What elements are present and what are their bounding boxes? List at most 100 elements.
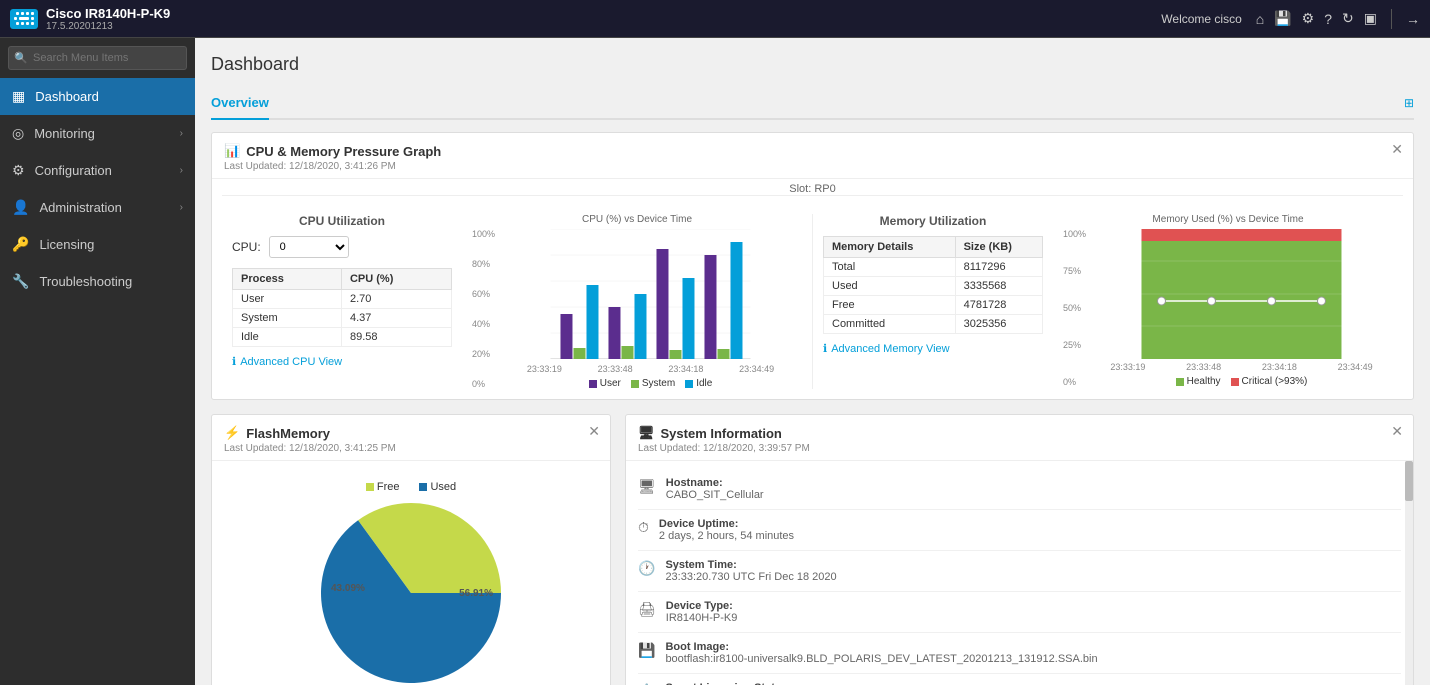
monitor-icon[interactable]: ▣ [1364, 10, 1377, 27]
flash-last-updated: Last Updated: 12/18/2020, 3:41:25 PM [224, 443, 598, 454]
sidebar-item-configuration[interactable]: ⚙ Configuration › [0, 152, 195, 189]
search-box: 🔍 [0, 38, 195, 78]
sidebar-item-dashboard-left: ▦ Dashboard [12, 88, 99, 105]
healthy-legend-dot [1176, 378, 1184, 386]
refresh-icon[interactable]: ↻ [1342, 10, 1354, 27]
cpu-chart-legend: User System Idle [499, 378, 802, 389]
sidebar-item-monitoring[interactable]: ◎ Monitoring › [0, 115, 195, 152]
legend-system: System [631, 378, 675, 389]
cpu-select[interactable]: 0 [269, 236, 349, 258]
search-input[interactable] [8, 46, 187, 70]
boot-image-value: bootflash:ir8100-universalk9.BLD_POLARIS… [665, 653, 1097, 665]
device-type-icon: 🖨 [638, 601, 656, 618]
search-wrapper: 🔍 [8, 46, 187, 70]
table-row: System 4.37 [233, 309, 452, 328]
dashboard-icon: ▦ [12, 88, 25, 105]
table-row: Used3335568 [824, 277, 1043, 296]
hostname-content: Hostname: CABO_SIT_Cellular [666, 477, 764, 501]
scrollbar-track [1405, 461, 1413, 685]
pie-legend: Free Used [366, 481, 456, 493]
cpu-y-labels: 100% 80% 60% 40% 20% 0% [472, 229, 499, 389]
advanced-memory-link[interactable]: ℹ Advanced Memory View [823, 342, 1043, 355]
sidebar-item-dashboard[interactable]: ▦ Dashboard [0, 78, 195, 115]
memory-chart-wrapper: 100% 75% 50% 25% 0% [1063, 229, 1393, 387]
pie-container: Free Used 43.0 [212, 461, 610, 685]
signout-icon[interactable]: → [1406, 11, 1420, 27]
cpu-memory-card-header: 📊 CPU & Memory Pressure Graph Last Updat… [212, 133, 1413, 179]
settings-icon[interactable]: ⚙ [1302, 10, 1315, 27]
top-navigation: Cisco IR8140H-P-K9 17.5.20201213 Welcome… [0, 0, 1430, 38]
pie-chart-wrapper: 43.09% 56.91% [321, 503, 501, 683]
info-icon-memory: ℹ [823, 342, 827, 355]
hostname-value: CABO_SIT_Cellular [666, 489, 764, 501]
boot-image-content: Boot Image: bootflash:ir8100-universalk9… [665, 641, 1097, 665]
flash-memory-title: ⚡ FlashMemory [224, 425, 598, 441]
sidebar-item-label-configuration: Configuration [35, 163, 112, 178]
sidebar-item-administration[interactable]: 👤 Administration › [0, 189, 195, 226]
memory-chart-area: 23:33:19 23:33:48 23:34:18 23:34:49 Heal… [1090, 229, 1393, 387]
cpu-memory-card: 📊 CPU & Memory Pressure Graph Last Updat… [211, 132, 1414, 400]
device-info: Cisco IR8140H-P-K9 17.5.20201213 [46, 6, 170, 32]
administration-icon: 👤 [12, 199, 29, 216]
sidebar-item-administration-left: 👤 Administration [12, 199, 122, 216]
cpu-user: 2.70 [341, 290, 451, 309]
table-row: Free4781728 [824, 296, 1043, 315]
device-version: 17.5.20201213 [46, 21, 170, 32]
help-icon[interactable]: ? [1324, 11, 1332, 27]
memory-chart-title: Memory Used (%) vs Device Time [1063, 214, 1393, 225]
sidebar-item-configuration-left: ⚙ Configuration [12, 162, 112, 179]
free-percent-label: 43.09% [331, 583, 365, 594]
sidebar-item-licensing[interactable]: 🔑 Licensing [0, 226, 195, 263]
legend-critical: Critical (>93%) [1231, 376, 1308, 387]
memory-x-labels: 23:33:19 23:33:48 23:34:18 23:34:49 [1090, 362, 1393, 372]
free-dot [366, 483, 374, 491]
sidebar-item-label-troubleshooting: Troubleshooting [39, 274, 132, 289]
uptime-icon: ⏱ [638, 519, 649, 536]
uptime-content: Device Uptime: 2 days, 2 hours, 54 minut… [659, 518, 794, 542]
used-dot [419, 483, 427, 491]
sidebar-item-monitoring-left: ◎ Monitoring [12, 125, 95, 142]
scrollbar-thumb[interactable] [1405, 461, 1413, 501]
flash-close-button[interactable]: ✕ [588, 423, 600, 440]
hostname-label: Hostname: [666, 477, 764, 489]
top-nav-left: Cisco IR8140H-P-K9 17.5.20201213 [10, 6, 170, 32]
tab-overview[interactable]: Overview [211, 87, 269, 120]
cpu-x-labels: 23:33:19 23:33:48 23:34:18 23:34:49 [499, 364, 802, 374]
sysinfo-last-updated: Last Updated: 12/18/2020, 3:39:57 PM [638, 443, 1401, 454]
nav-divider [1391, 9, 1392, 29]
cpu-col-header: CPU (%) [341, 269, 451, 290]
top-nav-icons: ⌂ 💾 ⚙ ? ↻ ▣ → [1256, 9, 1420, 29]
sysinfo-uptime: ⏱ Device Uptime: 2 days, 2 hours, 54 min… [638, 510, 1401, 551]
critical-legend-dot [1231, 378, 1239, 386]
system-info-card: 🖥 System Information Last Updated: 12/18… [625, 414, 1414, 685]
advanced-cpu-link[interactable]: ℹ Advanced CPU View [232, 355, 452, 368]
cpu-section: CPU Utilization CPU: 0 Process CP [222, 214, 462, 389]
memory-line-chart-svg [1090, 229, 1393, 359]
sidebar-item-troubleshooting[interactable]: 🔧 Troubleshooting [0, 263, 195, 300]
process-idle: Idle [233, 328, 342, 347]
cpu-memory-card-body: CPU Utilization CPU: 0 Process CP [212, 204, 1413, 399]
process-table: Process CPU (%) User 2.70 Syst [232, 268, 452, 347]
flash-memory-card: ⚡ FlashMemory Last Updated: 12/18/2020, … [211, 414, 611, 685]
sysinfo-close-button[interactable]: ✕ [1391, 423, 1403, 440]
device-type-label: Device Type: [666, 600, 738, 612]
flash-memory-header: ⚡ FlashMemory Last Updated: 12/18/2020, … [212, 415, 610, 461]
sysinfo-icon: 🖥 [638, 425, 655, 441]
hostname-icon: 🖥 [638, 478, 656, 495]
cpu-memory-close-button[interactable]: ✕ [1391, 141, 1403, 158]
sysinfo-device-type: 🖨 Device Type: IR8140H-P-K9 [638, 592, 1401, 633]
home-icon[interactable]: ⌂ [1256, 11, 1264, 27]
memory-section-title: Memory Utilization [823, 214, 1043, 228]
memory-chart-section: Memory Used (%) vs Device Time 100% 75% … [1053, 214, 1403, 389]
sysinfo-body: 🖥 Hostname: CABO_SIT_Cellular ⏱ Device U… [626, 461, 1413, 685]
save-icon[interactable]: 💾 [1274, 10, 1291, 27]
sidebar-item-label-licensing: Licensing [39, 237, 94, 252]
uptime-value: 2 days, 2 hours, 54 minutes [659, 530, 794, 542]
legend-healthy: Healthy [1176, 376, 1221, 387]
memory-y-labels: 100% 75% 50% 25% 0% [1063, 229, 1090, 387]
legend-used: Used [419, 481, 456, 493]
idle-legend-dot [685, 380, 693, 388]
grid-view-icon[interactable]: ⊞ [1404, 96, 1414, 110]
system-time-content: System Time: 23:33:20.730 UTC Fri Dec 18… [665, 559, 836, 583]
device-type-value: IR8140H-P-K9 [666, 612, 738, 624]
